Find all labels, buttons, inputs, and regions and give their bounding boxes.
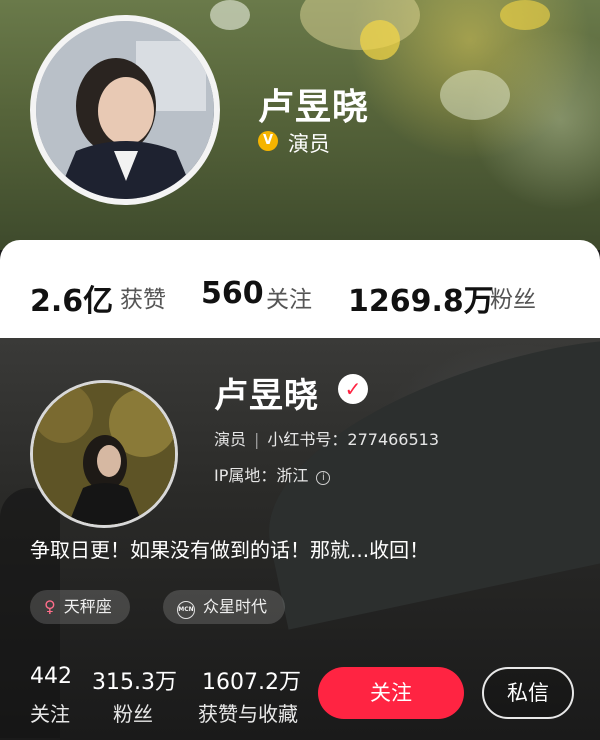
v-badge-icon: V [258,131,278,151]
stats-card: 2.6亿 获赞 560 关注 1269.8万 粉丝 [0,240,600,338]
flower-decoration [440,70,510,120]
flower-decoration [210,0,250,30]
followers-count[interactable]: 315.3万 [92,664,177,696]
tag-mcn[interactable]: MCN 众星时代 [163,590,286,624]
likes-count[interactable]: 2.6亿 [30,276,113,320]
ip-location: IP属地：浙江 i [214,462,331,486]
following-count[interactable]: 560 [201,276,264,311]
profile-name: 卢昱晓 [214,376,319,416]
avatar[interactable] [30,380,178,528]
tag-label: 众星时代 [203,597,268,616]
tag-label: 天秤座 [63,597,112,616]
info-icon[interactable]: i [316,471,331,485]
divider: | [254,430,260,449]
following-label: 关注 [30,702,70,726]
avatar[interactable] [30,15,220,205]
xhs-profile-section: 卢昱晓 ✓ 演员 | 小红书号：277466513 IP属地：浙江 i 争取日更！如果… [0,338,600,740]
avatar-photo [33,383,175,525]
profile-bio: 争取日更！如果没有做到的话！那就...收回！ [30,538,430,562]
female-symbol-icon: ♀ [44,597,56,616]
ip-label: IP属地：浙江 [214,466,309,485]
message-button[interactable]: 私信 [482,667,574,719]
profile-meta: 演员 | 小红书号：277466513 [214,426,439,450]
flower-decoration [500,0,550,30]
followers-label: 粉丝 [490,287,536,313]
likes-label: 获赞 [120,287,166,313]
profile-name: 卢昱晓 [258,87,370,128]
douyin-profile-header: 卢昱晓 V 演员 [0,0,600,250]
mcn-icon: MCN [177,601,195,619]
likes-collects-label: 获赞与收藏 [198,702,298,726]
likes-collects-count[interactable]: 1607.2万 [202,664,301,696]
profile-role: 演员 [214,430,247,449]
follow-button[interactable]: 关注 [318,667,464,719]
flower-decoration [360,20,400,60]
red-check-icon: ✓ [338,374,368,404]
following-count[interactable]: 442 [30,664,72,689]
account-id[interactable]: 小红书号：277466513 [267,430,439,449]
following-label: 关注 [266,287,312,313]
followers-count[interactable]: 1269.8万 [348,276,494,320]
tag-zodiac[interactable]: ♀ 天秤座 [30,590,130,624]
followers-label: 粉丝 [113,702,153,726]
avatar-photo [36,21,214,199]
profile-role: 演员 [288,132,330,156]
